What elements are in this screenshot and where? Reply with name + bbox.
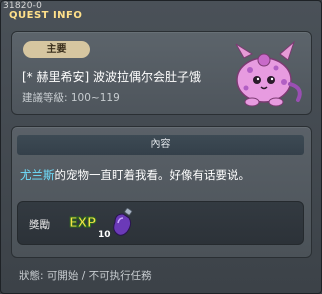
npc-name-link[interactable]: 尤兰斯 (20, 168, 55, 182)
exp-icon: EXP (69, 216, 97, 232)
window-title: QUEST INFO (9, 10, 83, 21)
quest-description: 尤兰斯的宠物一直盯着我看。好像有话要说。 (20, 167, 250, 183)
quest-title: [* 赫里希安] 波波拉偶尔会肚子饿 (22, 70, 201, 84)
purple-potion-icon[interactable] (111, 208, 135, 238)
recommended-level: 建議等級: 100~119 (22, 92, 120, 104)
content-section-header: 內容 (17, 135, 304, 155)
pink-creature-mascot-icon (235, 40, 302, 107)
reward-section: 獎勵 EXP 10 (17, 201, 304, 245)
quest-header-panel: 主要 [* 赫里希安] 波波拉偶尔会肚子饿 建議等級: 100~119 (11, 31, 312, 115)
quest-status: 狀態: 可開始 / 不可执行任務 (19, 270, 152, 282)
quest-content-panel: 內容 尤兰斯的宠物一直盯着我看。好像有话要说。 獎勵 EXP 10 (11, 126, 312, 258)
quest-type-badge: 主要 (23, 41, 90, 58)
reward-label: 獎勵 (29, 219, 50, 231)
quest-description-text: 的宠物一直盯着我看。好像有话要说。 (54, 168, 251, 182)
reward-item-count: 10 (98, 230, 111, 240)
quest-info-window: 31820-0 QUEST INFO 主要 [* 赫里希安] 波波拉偶尔会肚子饿… (0, 0, 322, 294)
